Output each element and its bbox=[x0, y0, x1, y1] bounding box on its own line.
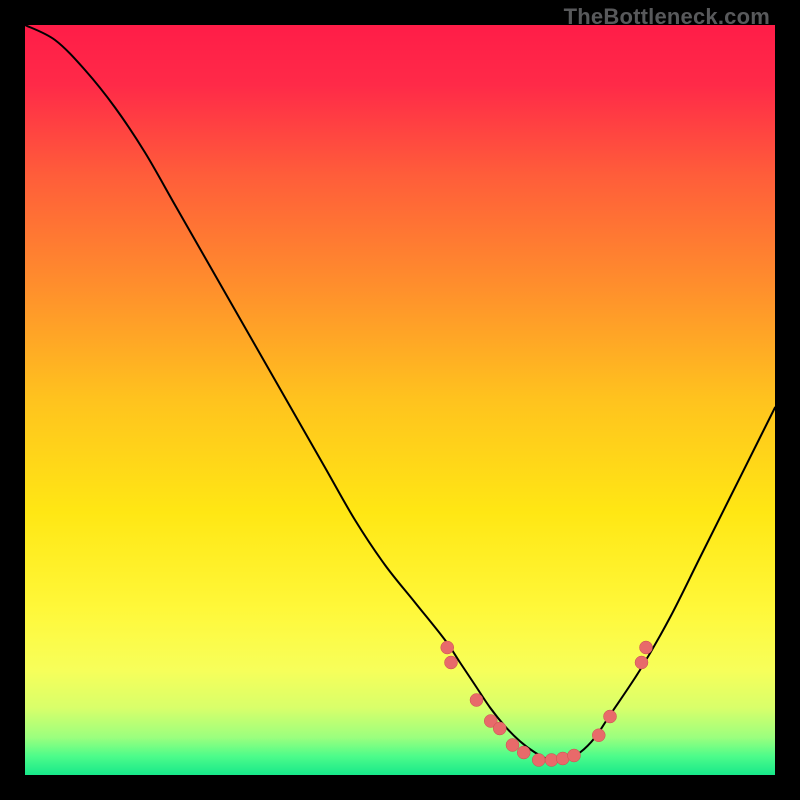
marker-point bbox=[545, 754, 558, 767]
marker-point bbox=[556, 752, 569, 765]
marker-point bbox=[506, 739, 519, 752]
marker-point bbox=[517, 746, 530, 759]
marker-point bbox=[640, 641, 653, 654]
bottleneck-chart bbox=[25, 25, 775, 775]
marker-point bbox=[568, 749, 581, 762]
marker-point bbox=[470, 694, 483, 707]
marker-point bbox=[493, 722, 506, 735]
marker-point bbox=[532, 754, 545, 767]
marker-point bbox=[635, 656, 648, 669]
marker-point bbox=[604, 710, 617, 723]
chart-frame bbox=[25, 25, 775, 775]
marker-point bbox=[441, 641, 454, 654]
gradient-background bbox=[25, 25, 775, 775]
marker-point bbox=[592, 729, 605, 742]
marker-point bbox=[445, 656, 458, 669]
